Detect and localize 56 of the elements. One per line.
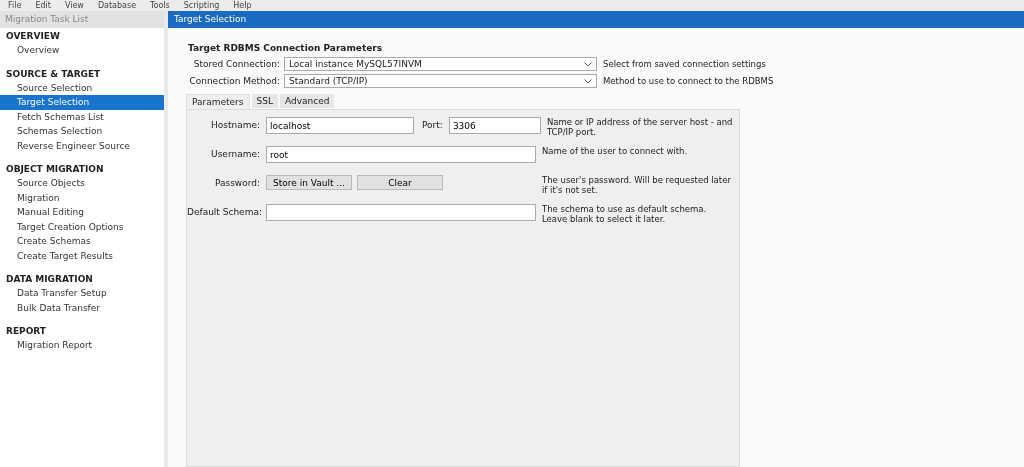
help-text: Method to use to connect to the RDBMS [603,76,774,86]
section-heading: Target RDBMS Connection Parameters [188,43,384,53]
password-button[interactable]: Store in Vault ... [266,175,352,190]
help-text: The user's password. Will be requested later if it's not set. [542,175,732,195]
menu-item[interactable]: File [8,0,22,11]
section-heading: REPORT [5,325,47,338]
sidebar-item[interactable]: Source Objects [0,176,164,191]
sidebar-item[interactable]: Schemas Selection [0,124,164,139]
field-label: Stored Connection: [192,59,281,69]
help-text: Name or IP address of the server host - and TCP/IP port. [546,117,734,137]
sidebar-item[interactable]: Create Target Results [0,248,164,263]
help-text: The schema to use as default schema. Leave blank to select it later. [542,204,708,224]
menu-item[interactable]: Scripting [183,0,220,11]
port-field[interactable]: 3306 [448,117,541,134]
help-text: Select from saved connection settings [603,59,766,69]
section-heading: OBJECT MIGRATION [5,163,105,176]
tab[interactable]: Parameters [186,94,250,109]
sidebar-item[interactable]: Data Transfer Setup [0,286,164,301]
menu-item[interactable]: Help [233,0,252,11]
sidebar-item[interactable]: Overview [0,43,164,58]
tab[interactable]: SSL [251,94,278,108]
menu-item[interactable]: Database [97,0,137,11]
sidebar-item[interactable]: Create Schemas [0,234,164,249]
help-text: Name of the user to connect with. [542,146,689,156]
tab[interactable]: Advanced [279,94,335,108]
menu-item[interactable]: View [64,0,84,11]
section-heading: SOURCE & TARGET [5,67,102,81]
dropdown[interactable]: Standard (TCP/IP) [284,74,597,88]
sidebar-item[interactable]: Source Selection [0,80,164,95]
sidebar-item[interactable]: Target Creation Options [0,219,164,234]
section-heading: DATA MIGRATION [5,273,94,286]
sidebar-item[interactable]: Migration Report [0,338,164,353]
field-label: Port: [422,120,443,130]
field-label: Default Schema: [187,207,263,217]
dropdown[interactable]: Local instance MySQL57INVM [284,57,597,71]
sidebar-item[interactable]: Target Selection [0,95,164,110]
page-title-bar: Target Selection [168,11,1024,28]
sidebar-item[interactable]: Migration [0,190,164,205]
field-label: Connection Method: [188,76,281,86]
hostname-field[interactable]: localhost [266,117,414,134]
sidebar-item[interactable]: Reverse Engineer Source [0,138,164,153]
menu-item[interactable]: Tools [150,0,170,11]
section-heading: OVERVIEW [5,30,61,43]
field-label: Username: [210,149,261,159]
chevron-icon [584,78,592,84]
sidebar-item[interactable]: Fetch Schemas List [0,109,164,124]
chevron-icon [584,61,592,67]
username-field[interactable]: root [266,146,536,163]
schema-field[interactable] [266,204,536,221]
field-label: Hostname: [209,120,261,130]
panel-title: Migration Task List [0,11,164,28]
sidebar-item[interactable]: Manual Editing [0,205,164,220]
field-label: Password: [213,178,261,188]
password-button[interactable]: Clear [357,175,443,190]
sidebar-item[interactable]: Bulk Data Transfer [0,300,164,315]
menu-item[interactable]: Edit [35,0,51,11]
